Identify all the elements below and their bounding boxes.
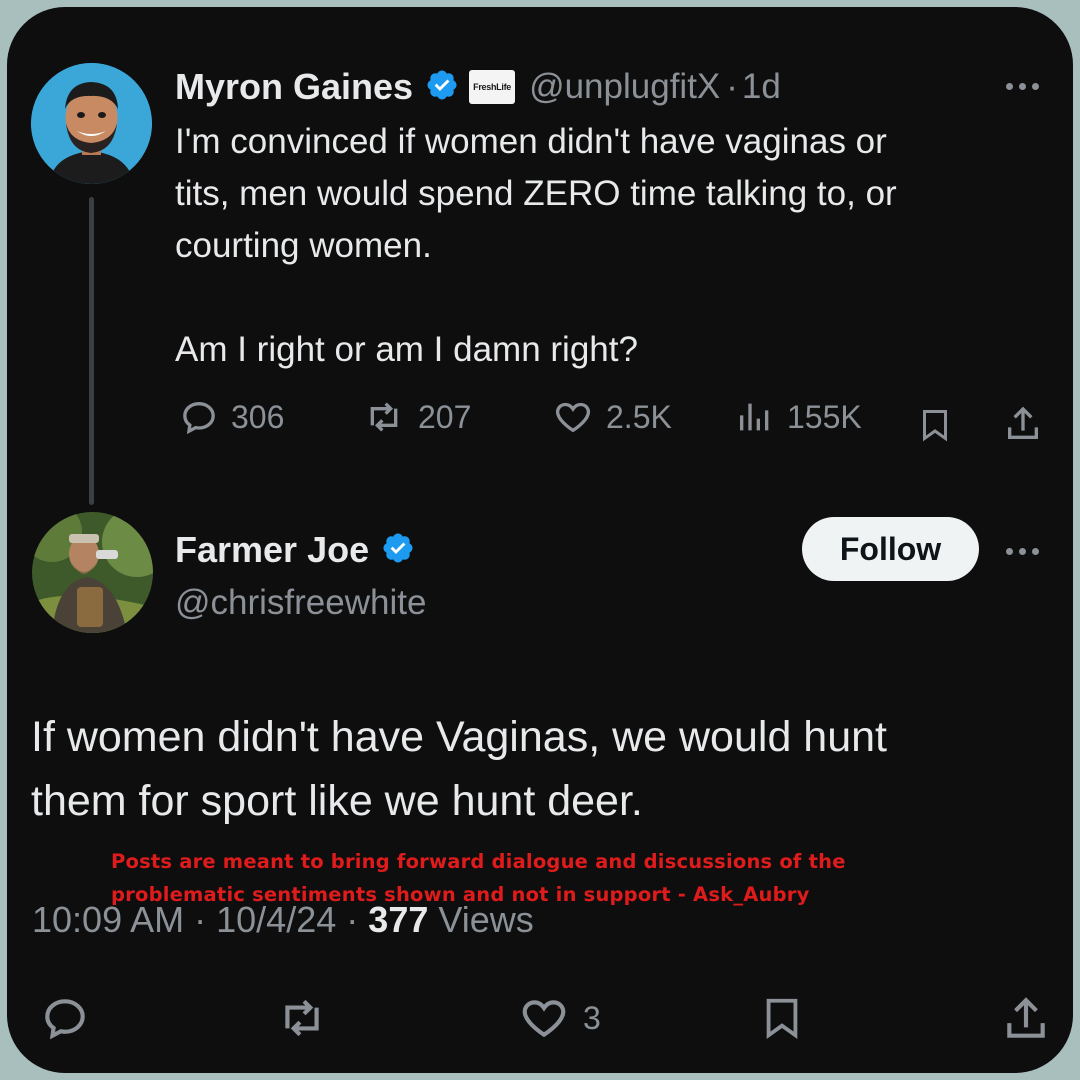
follow-button[interactable]: Follow (802, 517, 979, 581)
like-action[interactable]: 2.5K (552, 397, 672, 437)
bottom-like-button[interactable]: 3 (517, 993, 601, 1043)
repost-icon (285, 999, 319, 1037)
reply-tweet-text: If women didn't have Vaginas, we would h… (31, 713, 887, 825)
author-handle[interactable]: @unplugfitX (529, 67, 720, 107)
bookmark-icon (766, 998, 798, 1039)
original-more-options-icon[interactable] (1006, 83, 1039, 90)
bottom-reply-button[interactable] (40, 993, 90, 1043)
views-label: Views (438, 899, 534, 940)
author-name[interactable]: Myron Gaines (175, 66, 413, 108)
original-tweet-text: I'm convinced if women didn't have vagin… (175, 122, 897, 369)
post-metadata: 10:09 AM · 10/4/24 · 377 Views (32, 899, 534, 940)
thread-connector-line (89, 197, 94, 505)
heart-icon (522, 1000, 566, 1038)
post-time[interactable]: 10:09 AM (32, 899, 184, 940)
reply-icon (45, 999, 85, 1040)
reply-icon (183, 401, 215, 435)
views-action[interactable]: 155K (735, 397, 862, 437)
verified-badge-icon (425, 68, 459, 107)
farmer-joe-avatar[interactable] (32, 512, 153, 633)
bottom-repost-button[interactable] (275, 993, 329, 1043)
post-age[interactable]: 1d (742, 67, 781, 107)
reply-tweet-header: Farmer Joe (175, 528, 415, 572)
bottom-bookmark-button[interactable] (759, 993, 805, 1043)
original-tweet-header: Myron Gaines FreshLife @unplugfitX · 1d (175, 65, 781, 109)
heart-icon (555, 402, 591, 433)
bookmark-icon (923, 410, 947, 442)
reply-action[interactable]: 306 (179, 397, 284, 437)
reply-author-name[interactable]: Farmer Joe (175, 529, 369, 571)
share-icon (1008, 406, 1038, 439)
affiliate-badge-icon: FreshLife (469, 70, 516, 104)
share-icon (1007, 997, 1045, 1038)
repost-action[interactable]: 207 (362, 397, 471, 437)
bottom-like-count: 3 (583, 999, 601, 1036)
separator-dot: · (726, 67, 738, 106)
reply-author-handle[interactable]: @chrisfreewhite (175, 583, 426, 623)
verified-badge-icon (381, 531, 415, 570)
post-date[interactable]: 10/4/24 (216, 899, 336, 940)
reply-more-options-icon[interactable] (1006, 548, 1039, 555)
myron-gaines-avatar[interactable] (31, 63, 152, 184)
bookmark-button[interactable] (917, 405, 953, 445)
repost-count: 207 (418, 398, 472, 435)
share-button[interactable] (1003, 403, 1043, 445)
views-count: 155K (787, 398, 862, 435)
reply-count: 306 (231, 398, 285, 435)
bottom-share-button[interactable] (1001, 993, 1051, 1045)
view-count: 377 (368, 899, 429, 940)
like-count: 2.5K (606, 398, 672, 435)
repost-icon (370, 402, 398, 432)
views-icon (740, 403, 769, 431)
post-card: Myron Gaines FreshLife @unplugfitX · 1d … (7, 7, 1073, 1073)
